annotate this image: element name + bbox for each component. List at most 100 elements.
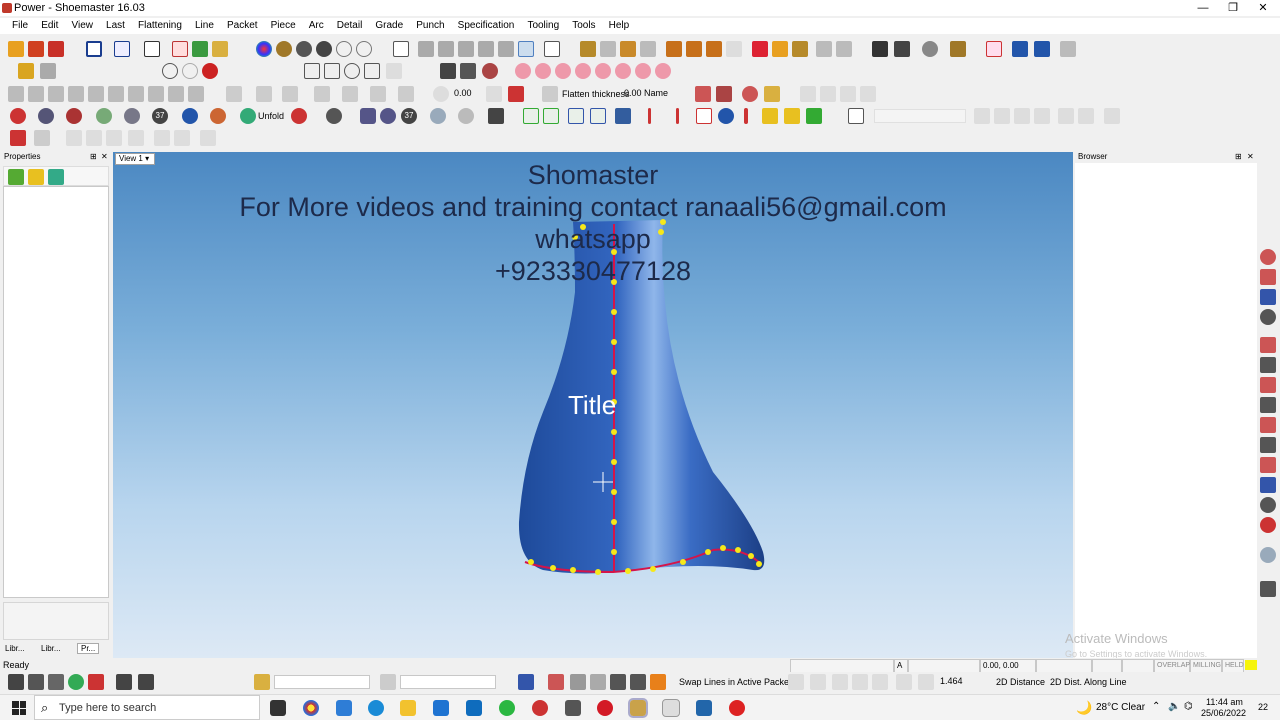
bottom-tool-13-icon[interactable] bbox=[650, 674, 666, 690]
align-1-icon[interactable] bbox=[800, 86, 816, 102]
piece-4-icon[interactable] bbox=[96, 108, 112, 124]
grade-2-icon[interactable] bbox=[836, 41, 852, 57]
view-2d-icon[interactable] bbox=[114, 41, 130, 57]
right-tool-7-icon[interactable] bbox=[1260, 377, 1276, 393]
right-tool-13-icon[interactable] bbox=[1260, 497, 1276, 513]
select-icon[interactable] bbox=[304, 63, 320, 79]
offset-value[interactable]: 0.00 bbox=[452, 87, 482, 101]
size-37-icon[interactable]: 37 bbox=[152, 108, 168, 124]
bottom-tool-4-icon[interactable] bbox=[116, 674, 132, 690]
zoom-all-icon[interactable] bbox=[144, 41, 160, 57]
bottom-check-icon[interactable] bbox=[68, 674, 84, 690]
opera-icon[interactable] bbox=[597, 700, 613, 716]
calculator-icon[interactable] bbox=[336, 700, 352, 716]
distance-2d-label[interactable]: 2D Distance bbox=[996, 675, 1045, 689]
right-tool-15-icon[interactable] bbox=[1260, 547, 1276, 563]
page-next-icon[interactable] bbox=[1078, 108, 1094, 124]
piece-9-icon[interactable] bbox=[326, 108, 342, 124]
bottom-dxf-icon[interactable] bbox=[570, 674, 586, 690]
tool-blue-icon[interactable] bbox=[1012, 41, 1028, 57]
pan-icon[interactable] bbox=[324, 63, 340, 79]
browser-pin[interactable]: ⊞ bbox=[1235, 152, 1242, 161]
swap-lines-label[interactable]: Swap Lines in Active Packet bbox=[679, 675, 792, 689]
frame-red-icon[interactable] bbox=[696, 108, 712, 124]
nav-prev-icon[interactable] bbox=[994, 108, 1010, 124]
chrome-icon[interactable] bbox=[303, 700, 319, 716]
right-tool-5-icon[interactable] bbox=[1260, 337, 1276, 353]
minimize-button[interactable]: — bbox=[1188, 0, 1218, 16]
dim-1-icon[interactable] bbox=[788, 674, 804, 690]
align-3-icon[interactable] bbox=[840, 86, 856, 102]
grid-plus-3-icon[interactable] bbox=[568, 108, 584, 124]
edge-icon[interactable] bbox=[368, 700, 384, 716]
properties-close[interactable]: ✕ bbox=[101, 152, 108, 161]
right-tool-11-icon[interactable] bbox=[1260, 457, 1276, 473]
shape-9-icon[interactable] bbox=[168, 86, 184, 102]
piece-11-icon[interactable] bbox=[380, 108, 396, 124]
section-4-icon[interactable] bbox=[575, 63, 591, 79]
right-tool-10-icon[interactable] bbox=[1260, 437, 1276, 453]
right-tool-6-icon[interactable] bbox=[1260, 357, 1276, 373]
tool-5a-icon[interactable] bbox=[86, 130, 102, 146]
arrow-line-4-icon[interactable] bbox=[370, 86, 386, 102]
menu-flattening[interactable]: Flattening bbox=[133, 18, 187, 34]
piece-7-icon[interactable] bbox=[210, 108, 226, 124]
bottom-cancel-icon[interactable] bbox=[88, 674, 104, 690]
solid-icon[interactable] bbox=[316, 41, 332, 57]
view-top-icon[interactable] bbox=[498, 41, 514, 57]
document-icon[interactable] bbox=[544, 41, 560, 57]
bottom-tool-5-icon[interactable] bbox=[138, 674, 154, 690]
bottom-combo-2[interactable] bbox=[400, 675, 496, 689]
bottom-tool-3-icon[interactable] bbox=[48, 674, 64, 690]
piece-8-icon[interactable] bbox=[291, 108, 307, 124]
copy-icon[interactable] bbox=[192, 41, 208, 57]
bottom-tool-1-icon[interactable] bbox=[8, 674, 24, 690]
measure-2-icon[interactable] bbox=[792, 41, 808, 57]
section-6-icon[interactable] bbox=[615, 63, 631, 79]
menu-help[interactable]: Help bbox=[604, 18, 635, 34]
unfold-icon[interactable] bbox=[240, 108, 256, 124]
taskbar-search-box[interactable]: ⌕ Type here to search bbox=[34, 695, 260, 720]
menu-piece[interactable]: Piece bbox=[266, 18, 301, 34]
right-tool-8-icon[interactable] bbox=[1260, 397, 1276, 413]
right-tool-14-icon[interactable] bbox=[1260, 517, 1276, 533]
section-5-icon[interactable] bbox=[595, 63, 611, 79]
file-explorer-icon[interactable] bbox=[400, 700, 416, 716]
globe-icon[interactable] bbox=[718, 108, 734, 124]
dash-icon[interactable] bbox=[34, 130, 50, 146]
dim-2-icon[interactable] bbox=[810, 674, 826, 690]
open-last-icon[interactable] bbox=[8, 41, 24, 57]
view-left-icon[interactable] bbox=[458, 41, 474, 57]
clock-time[interactable]: 11:44 am bbox=[1206, 697, 1243, 707]
outlook-icon[interactable] bbox=[466, 700, 482, 716]
hand-icon[interactable] bbox=[486, 86, 502, 102]
bottom-tool-9-icon[interactable] bbox=[548, 674, 564, 690]
plot-icon[interactable] bbox=[894, 41, 910, 57]
pencil-active-icon[interactable] bbox=[986, 41, 1002, 57]
tool-5f-icon[interactable] bbox=[200, 130, 216, 146]
bottom-tool-2-icon[interactable] bbox=[28, 674, 44, 690]
offset-icon[interactable] bbox=[433, 86, 449, 102]
measure-icon[interactable] bbox=[772, 41, 788, 57]
delete-line-icon[interactable] bbox=[398, 86, 414, 102]
distance-value[interactable]: 1.464 bbox=[938, 675, 986, 689]
shape-3-icon[interactable] bbox=[48, 86, 64, 102]
wireframe-icon[interactable] bbox=[296, 41, 312, 57]
marker-2-icon[interactable] bbox=[676, 108, 679, 124]
right-tool-1-icon[interactable] bbox=[1260, 249, 1276, 265]
network-icon[interactable]: ⌬ bbox=[1184, 701, 1193, 712]
menu-packet[interactable]: Packet bbox=[222, 18, 263, 34]
grid-plus-icon[interactable] bbox=[523, 108, 539, 124]
zoom-icon[interactable] bbox=[344, 63, 360, 79]
properties-up-icon[interactable] bbox=[8, 169, 24, 185]
section-3-icon[interactable] bbox=[555, 63, 571, 79]
align-4-icon[interactable] bbox=[860, 86, 876, 102]
size-37-b-icon[interactable]: 37 bbox=[401, 108, 417, 124]
menu-punch[interactable]: Punch bbox=[411, 18, 449, 34]
app-window-icon[interactable] bbox=[662, 699, 680, 717]
pen-2-icon[interactable] bbox=[686, 41, 702, 57]
print-icon[interactable] bbox=[872, 41, 888, 57]
shade-icon[interactable] bbox=[276, 41, 292, 57]
arrow-up-icon[interactable] bbox=[744, 108, 748, 124]
chart-icon[interactable] bbox=[806, 108, 822, 124]
